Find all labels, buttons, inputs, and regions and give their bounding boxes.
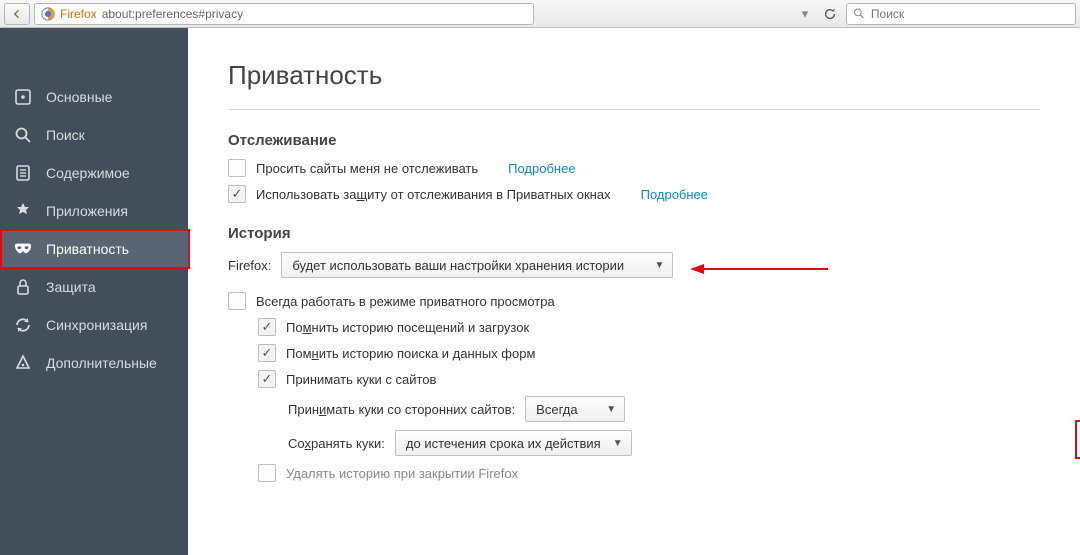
do-not-track-label: Просить сайты меня не отслеживать (256, 161, 478, 176)
sidebar-item-label: Содержимое (46, 165, 130, 181)
sidebar-item-label: Синхронизация (46, 317, 147, 333)
url-bar[interactable]: Firefox about:preferences#privacy (34, 3, 534, 25)
divider (228, 109, 1040, 110)
url-dropdown-icon[interactable]: ▾ (796, 6, 814, 22)
tracking-protection-more-link[interactable]: Подробнее (641, 187, 708, 202)
search-icon (14, 126, 32, 144)
lock-icon (14, 278, 32, 296)
back-button[interactable] (4, 3, 30, 25)
main-panel: Приватность Отслеживание Просить сайты м… (188, 28, 1080, 555)
sidebar-item-advanced[interactable]: Дополнительные (0, 344, 188, 382)
remember-search-checkbox[interactable] (258, 344, 276, 362)
firefox-will-label: Firefox: (228, 258, 271, 273)
caret-down-icon: ▼ (613, 438, 623, 449)
caret-down-icon: ▼ (654, 260, 664, 271)
sidebar-item-label: Приложения (46, 203, 128, 219)
sidebar-item-label: Дополнительные (46, 355, 157, 371)
third-party-cookies-value: Всегда (536, 402, 577, 417)
keep-cookies-select[interactable]: до истечения срока их действия ▼ (395, 430, 632, 456)
do-not-track-more-link[interactable]: Подробнее (508, 161, 575, 176)
annotation-arrow-history-mode (690, 262, 830, 279)
sidebar-item-label: Защита (46, 279, 96, 295)
sidebar-item-label: Основные (46, 89, 112, 105)
accept-cookies-label: Принимать куки с сайтов (286, 372, 436, 387)
url-text: about:preferences#privacy (102, 7, 243, 21)
remember-browsing-checkbox[interactable] (258, 318, 276, 336)
privacy-mask-icon (14, 240, 32, 258)
page-title: Приватность (228, 60, 1040, 91)
search-icon (853, 7, 865, 20)
keep-cookies-value: до истечения срока их действия (406, 436, 601, 451)
accept-cookies-checkbox[interactable] (258, 370, 276, 388)
preferences-sidebar: Основные Поиск Содержимое Приложения При… (0, 28, 188, 555)
third-party-cookies-select[interactable]: Всегда ▼ (525, 396, 625, 422)
clear-on-close-label: Удалять историю при закрытии Firefox (286, 466, 518, 481)
sidebar-item-security[interactable]: Защита (0, 268, 188, 306)
content-area: Основные Поиск Содержимое Приложения При… (0, 28, 1080, 555)
caret-down-icon: ▼ (606, 404, 616, 415)
sidebar-item-content[interactable]: Содержимое (0, 154, 188, 192)
always-private-checkbox[interactable] (228, 292, 246, 310)
url-app-label: Firefox (60, 7, 97, 21)
sidebar-item-label: Поиск (46, 127, 85, 143)
tracking-heading: Отслеживание (228, 132, 1040, 149)
sidebar-item-sync[interactable]: Синхронизация (0, 306, 188, 344)
browser-search-input[interactable] (871, 7, 1069, 21)
always-private-label: Всегда работать в режиме приватного прос… (256, 294, 555, 309)
general-icon (14, 88, 32, 106)
advanced-icon (14, 354, 32, 372)
history-mode-value: будет использовать ваши настройки хранен… (292, 258, 624, 273)
firefox-icon (41, 7, 55, 21)
third-party-cookies-label: Принимать куки со сторонних сайтов: (288, 402, 515, 417)
do-not-track-checkbox[interactable] (228, 159, 246, 177)
tracking-section: Отслеживание Просить сайты меня не отсле… (228, 132, 1040, 203)
sidebar-item-general[interactable]: Основные (0, 78, 188, 116)
content-icon (14, 164, 32, 182)
sidebar-item-applications[interactable]: Приложения (0, 192, 188, 230)
remember-search-label: Помнить историю поиска и данных форм (286, 346, 535, 361)
remember-browsing-label: Помнить историю посещений и загрузок (286, 320, 529, 335)
browser-search-box[interactable] (846, 3, 1076, 25)
applications-icon (14, 202, 32, 220)
reload-button[interactable] (818, 3, 842, 25)
tracking-protection-checkbox[interactable] (228, 185, 246, 203)
history-section: История Firefox: будет использовать ваши… (228, 225, 1040, 482)
sidebar-item-label: Приватность (46, 241, 129, 257)
sidebar-item-privacy[interactable]: Приватность (0, 230, 188, 268)
annotation-highlight-show-cookies: Показать куки… (1075, 420, 1080, 459)
keep-cookies-label: Сохранять куки: (288, 436, 385, 451)
history-heading: История (228, 225, 1040, 242)
clear-on-close-checkbox[interactable] (258, 464, 276, 482)
sidebar-item-search[interactable]: Поиск (0, 116, 188, 154)
tracking-protection-label: Использовать защиту от отслеживания в Пр… (256, 187, 611, 202)
browser-navbar: Firefox about:preferences#privacy ▾ (0, 0, 1080, 28)
sync-icon (14, 316, 32, 334)
history-mode-select[interactable]: будет использовать ваши настройки хранен… (281, 252, 673, 278)
